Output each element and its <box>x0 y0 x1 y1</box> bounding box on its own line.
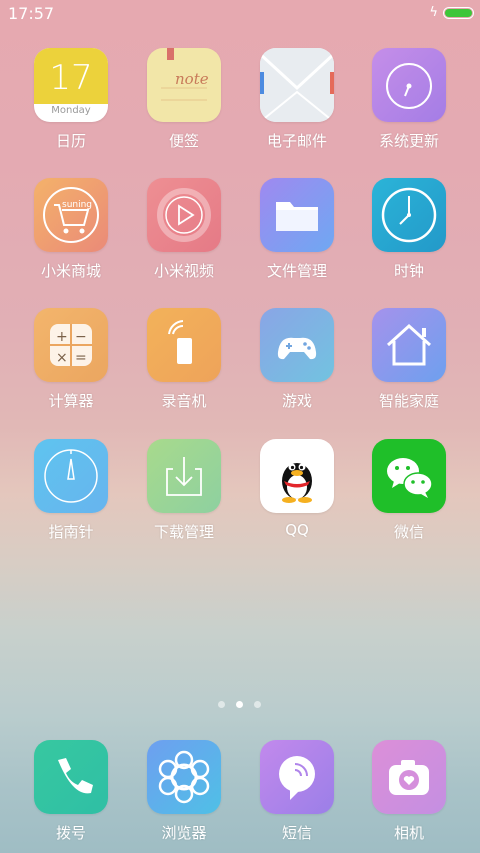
app-label: 微信 <box>393 523 424 541</box>
page-dot[interactable] <box>218 701 225 708</box>
app-label: 小米视频 <box>153 262 214 280</box>
app-label: 便签 <box>168 132 199 150</box>
app-label: 智能家庭 <box>378 392 439 410</box>
envelope-icon <box>260 48 334 122</box>
app-files[interactable]: 文件管理 <box>247 178 347 281</box>
app-downloads[interactable]: 下载管理 <box>134 439 234 542</box>
app-notes[interactable]: note 便签 <box>134 48 234 151</box>
dock-browser[interactable]: 浏览器 <box>134 740 234 843</box>
status-bar: 17:57 ϟ <box>0 0 480 28</box>
clock-icon <box>372 178 446 252</box>
page-dot[interactable] <box>254 701 261 708</box>
app-clock[interactable]: 时钟 <box>359 178 459 281</box>
app-label: 时钟 <box>393 262 424 280</box>
app-label: 下载管理 <box>153 523 214 541</box>
app-label: 指南针 <box>48 523 94 541</box>
app-games[interactable]: 游戏 <box>247 308 347 411</box>
app-email[interactable]: 电子邮件 <box>247 48 347 151</box>
app-label: 录音机 <box>161 392 207 410</box>
chat-bubbles-icon <box>372 439 446 513</box>
app-recorder[interactable]: 录音机 <box>134 308 234 411</box>
download-icon <box>147 439 221 513</box>
app-calculator[interactable]: + − × = 计算器 <box>21 308 121 411</box>
app-label: QQ <box>285 521 309 539</box>
calendar-day: 17 <box>49 58 93 98</box>
svg-text:+: + <box>56 329 68 345</box>
battery-icon <box>443 7 474 19</box>
dock-camera[interactable]: 相机 <box>359 740 459 843</box>
app-smarthome[interactable]: 智能家庭 <box>359 308 459 411</box>
app-label: 相机 <box>393 824 424 842</box>
app-label: 游戏 <box>281 392 312 410</box>
page-indicator[interactable] <box>218 701 266 711</box>
svg-text:×: × <box>56 350 68 366</box>
app-video[interactable]: 小米视频 <box>134 178 234 281</box>
status-time: 17:57 <box>8 4 55 23</box>
phone-icon <box>34 740 108 814</box>
folder-icon <box>260 178 334 252</box>
app-label: 短信 <box>281 824 312 842</box>
app-mall[interactable]: suning 小米商城 <box>21 178 121 281</box>
app-label: 浏览器 <box>161 824 207 842</box>
recorder-icon <box>147 308 221 382</box>
charging-icon: ϟ <box>429 5 438 20</box>
penguin-icon <box>260 439 334 513</box>
app-qq[interactable]: QQ <box>247 439 347 539</box>
app-label: 小米商城 <box>40 262 101 280</box>
browser-icon <box>147 740 221 814</box>
gamepad-icon <box>260 308 334 382</box>
dock-phone[interactable]: 拨号 <box>21 740 121 843</box>
app-updater[interactable]: 系统更新 <box>359 48 459 151</box>
app-label: 文件管理 <box>266 262 327 280</box>
compass-icon <box>34 439 108 513</box>
app-label: 日历 <box>55 132 86 150</box>
mall-text: suning <box>62 200 93 210</box>
svg-text:−: − <box>75 329 87 345</box>
calculator-icon: + − × = <box>34 308 108 382</box>
app-calendar[interactable]: 17 Monday 日历 <box>21 48 121 151</box>
notes-icon: note <box>147 48 221 122</box>
gauge-icon <box>372 48 446 122</box>
camera-icon <box>372 740 446 814</box>
app-label: 计算器 <box>48 392 94 410</box>
notes-text: note <box>175 70 209 88</box>
page-dot-active[interactable] <box>236 701 243 708</box>
app-label: 系统更新 <box>378 132 439 150</box>
app-label: 拨号 <box>55 824 86 842</box>
house-icon <box>372 308 446 382</box>
calendar-weekday: Monday <box>51 105 91 116</box>
app-label: 电子邮件 <box>266 132 327 150</box>
calendar-icon: 17 Monday <box>34 48 108 122</box>
message-bubble-icon <box>260 740 334 814</box>
cart-icon: suning <box>34 178 108 252</box>
play-icon <box>147 178 221 252</box>
app-compass[interactable]: 指南针 <box>21 439 121 542</box>
dock-sms[interactable]: 短信 <box>247 740 347 843</box>
svg-text:=: = <box>75 350 87 366</box>
app-wechat[interactable]: 微信 <box>359 439 459 542</box>
